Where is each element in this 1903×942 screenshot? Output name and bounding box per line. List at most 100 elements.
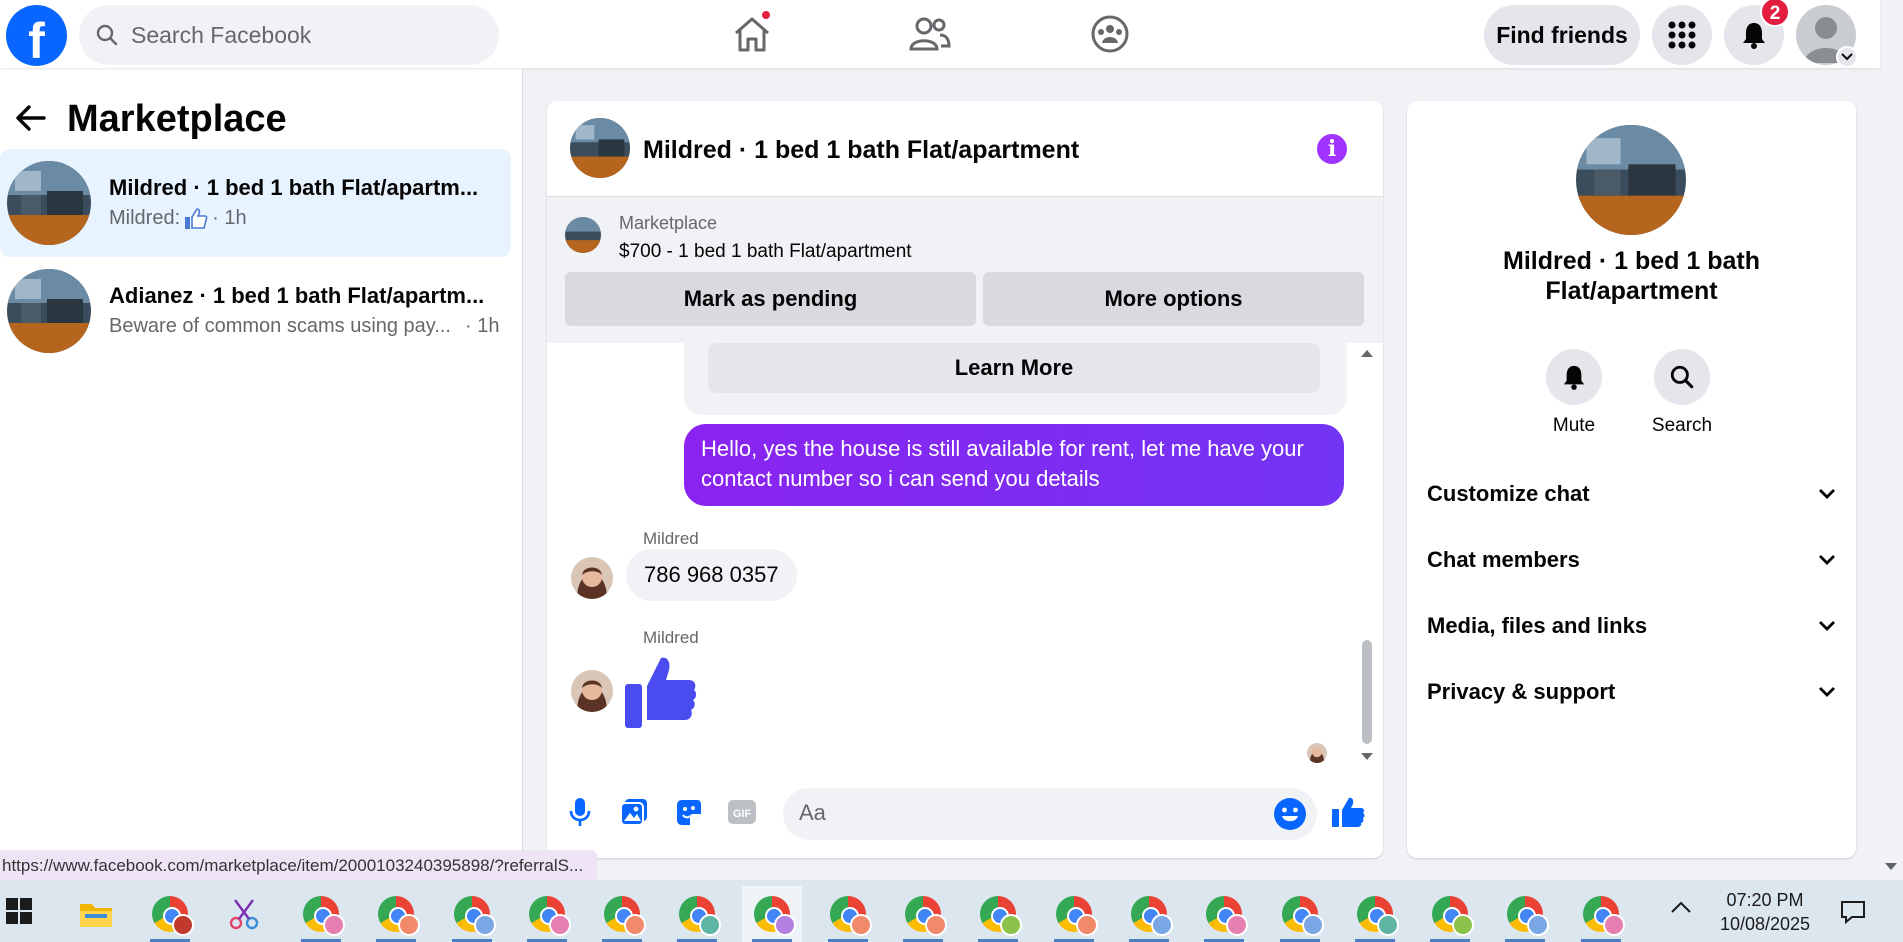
notification-center-icon[interactable]	[1840, 900, 1866, 924]
incoming-message[interactable]: 786 968 0357	[626, 549, 797, 601]
message-list: Learn More Hello, yes the house is still…	[547, 343, 1383, 769]
chrome-taskbar-item[interactable]	[1571, 886, 1631, 942]
gif-button[interactable]: GIF	[724, 794, 760, 830]
profile-badge-icon	[474, 914, 496, 936]
profile-badge-icon	[1452, 914, 1474, 936]
show-hidden-icons-chevron-icon[interactable]	[1670, 900, 1692, 914]
chrome-taskbar-item[interactable]	[1270, 886, 1330, 942]
message-input-box[interactable]	[783, 788, 1317, 840]
send-like-button[interactable]	[1330, 794, 1366, 830]
windows-start-icon[interactable]	[6, 898, 32, 924]
chrome-taskbar-item[interactable]	[517, 886, 577, 942]
chat-title[interactable]: Mildred · 1 bed 1 bath Flat/apartment	[643, 136, 1079, 165]
chevron-down-icon	[1819, 555, 1835, 565]
emoji-icon[interactable]	[1273, 797, 1307, 831]
sender-avatar[interactable]	[571, 557, 613, 599]
message-input[interactable]	[799, 800, 1239, 826]
top-navigation-bar: f Find friends 2	[0, 0, 1880, 68]
menu-button[interactable]	[1652, 5, 1712, 65]
chrome-taskbar-item[interactable]	[366, 886, 426, 942]
profile-badge-icon	[549, 914, 571, 936]
thumbs-up-icon	[185, 207, 208, 229]
chrome-taskbar-item[interactable]	[818, 886, 878, 942]
sender-avatar[interactable]	[571, 670, 613, 712]
marketplace-sidebar: Marketplace Mildred · 1 bed 1 bath Flat/…	[0, 68, 523, 880]
account-menu-caret[interactable]	[1836, 46, 1858, 68]
large-thumbs-up-icon[interactable]	[623, 654, 697, 730]
profile-badge-icon	[1302, 914, 1324, 936]
conversation-title: Adianez · 1 bed 1 bath Flat/apartm...	[109, 283, 485, 308]
chrome-taskbar-item[interactable]	[1194, 886, 1254, 942]
profile-badge-icon	[1377, 914, 1399, 936]
listing-price[interactable]: $700 - 1 bed 1 bath Flat/apartment	[619, 241, 912, 263]
find-friends-button[interactable]: Find friends	[1484, 5, 1640, 65]
chrome-taskbar-item[interactable]	[140, 886, 200, 942]
scroll-down-arrow-icon[interactable]	[1359, 751, 1375, 763]
section-label: Customize chat	[1427, 481, 1590, 506]
search-box[interactable]	[79, 5, 499, 65]
facebook-logo[interactable]: f	[6, 5, 67, 66]
conversation-item-mildred[interactable]: Mildred · 1 bed 1 bath Flat/apartm... Mi…	[0, 149, 511, 257]
chat-avatar[interactable]	[570, 118, 630, 178]
message-scrollbar-thumb[interactable]	[1362, 640, 1372, 744]
chrome-taskbar-item[interactable]	[291, 886, 351, 942]
chrome-taskbar-item[interactable]	[592, 886, 652, 942]
nav-friends[interactable]	[900, 12, 960, 56]
search-in-conversation-button[interactable]	[1654, 349, 1710, 405]
sender-name: Mildred	[643, 628, 699, 647]
chrome-taskbar-item-active[interactable]	[742, 886, 802, 942]
read-receipt-avatar	[1307, 743, 1327, 763]
nav-groups[interactable]	[1080, 12, 1140, 56]
chrome-taskbar-item[interactable]	[667, 886, 727, 942]
voice-clip-button[interactable]	[562, 794, 598, 830]
mute-action[interactable]: Mute	[1534, 349, 1614, 437]
profile-badge-icon	[1151, 914, 1173, 936]
chevron-down-icon	[1841, 53, 1853, 61]
chrome-taskbar-item[interactable]	[893, 886, 953, 942]
section-label: Chat members	[1427, 547, 1580, 572]
outgoing-message[interactable]: Hello, yes the house is still available …	[684, 424, 1344, 506]
section-label: Media, files and links	[1427, 613, 1648, 638]
chrome-taskbar-item[interactable]	[1345, 886, 1405, 942]
chrome-taskbar-item[interactable]	[1420, 886, 1480, 942]
sidebar-title: Marketplace	[67, 98, 287, 140]
mute-button[interactable]	[1546, 349, 1602, 405]
learn-more-button[interactable]: Learn More	[708, 343, 1320, 393]
page-scroll-down-arrow-icon[interactable]	[1884, 862, 1898, 872]
listing-thumbnail[interactable]	[565, 217, 601, 253]
chrome-taskbar-item[interactable]	[1119, 886, 1179, 942]
info-title: Mildred · 1 bed 1 bath Flat/apartment	[1503, 247, 1760, 305]
info-icon[interactable]: i	[1317, 134, 1347, 164]
search-action[interactable]: Search	[1642, 349, 1722, 437]
section-media-files-links[interactable]: Media, files and links	[1427, 598, 1836, 654]
system-clock[interactable]: 07:20 PM 10/08/2025	[1710, 888, 1820, 936]
friends-icon	[909, 17, 951, 51]
chrome-taskbar-item[interactable]	[1495, 886, 1555, 942]
scissors-icon	[229, 899, 259, 930]
file-explorer-taskbar[interactable]	[66, 886, 126, 942]
chrome-taskbar-item[interactable]	[968, 886, 1028, 942]
scroll-up-arrow-icon[interactable]	[1359, 347, 1375, 359]
section-chat-members[interactable]: Chat members	[1427, 532, 1836, 588]
chrome-taskbar-item[interactable]	[442, 886, 502, 942]
more-options-button[interactable]: More options	[983, 272, 1364, 326]
search-input[interactable]	[131, 21, 471, 49]
info-avatar[interactable]	[1576, 125, 1686, 235]
sticker-button[interactable]	[670, 794, 706, 830]
attach-photo-button[interactable]	[616, 794, 652, 830]
microphone-icon	[569, 798, 591, 826]
conversation-item-adianez[interactable]: Adianez · 1 bed 1 bath Flat/apartm... Be…	[0, 257, 511, 365]
svg-text:GIF: GIF	[733, 808, 752, 820]
mark-as-pending-button[interactable]: Mark as pending	[565, 272, 976, 326]
section-customize-chat[interactable]: Customize chat	[1427, 466, 1836, 522]
chevron-down-icon	[1819, 621, 1835, 631]
profile-badge-icon	[1226, 914, 1248, 936]
chrome-taskbar-item[interactable]	[1044, 886, 1104, 942]
windows-taskbar: 07:20 PM 10/08/2025	[0, 880, 1903, 942]
nav-home[interactable]	[722, 9, 782, 56]
back-arrow-icon[interactable]	[14, 104, 48, 132]
section-privacy-support[interactable]: Privacy & support	[1427, 664, 1836, 720]
conversation-info-panel: Mildred · 1 bed 1 bath Flat/apartment Mu…	[1407, 101, 1856, 858]
snipping-tool-taskbar[interactable]	[214, 886, 274, 942]
search-label: Search	[1651, 415, 1713, 436]
